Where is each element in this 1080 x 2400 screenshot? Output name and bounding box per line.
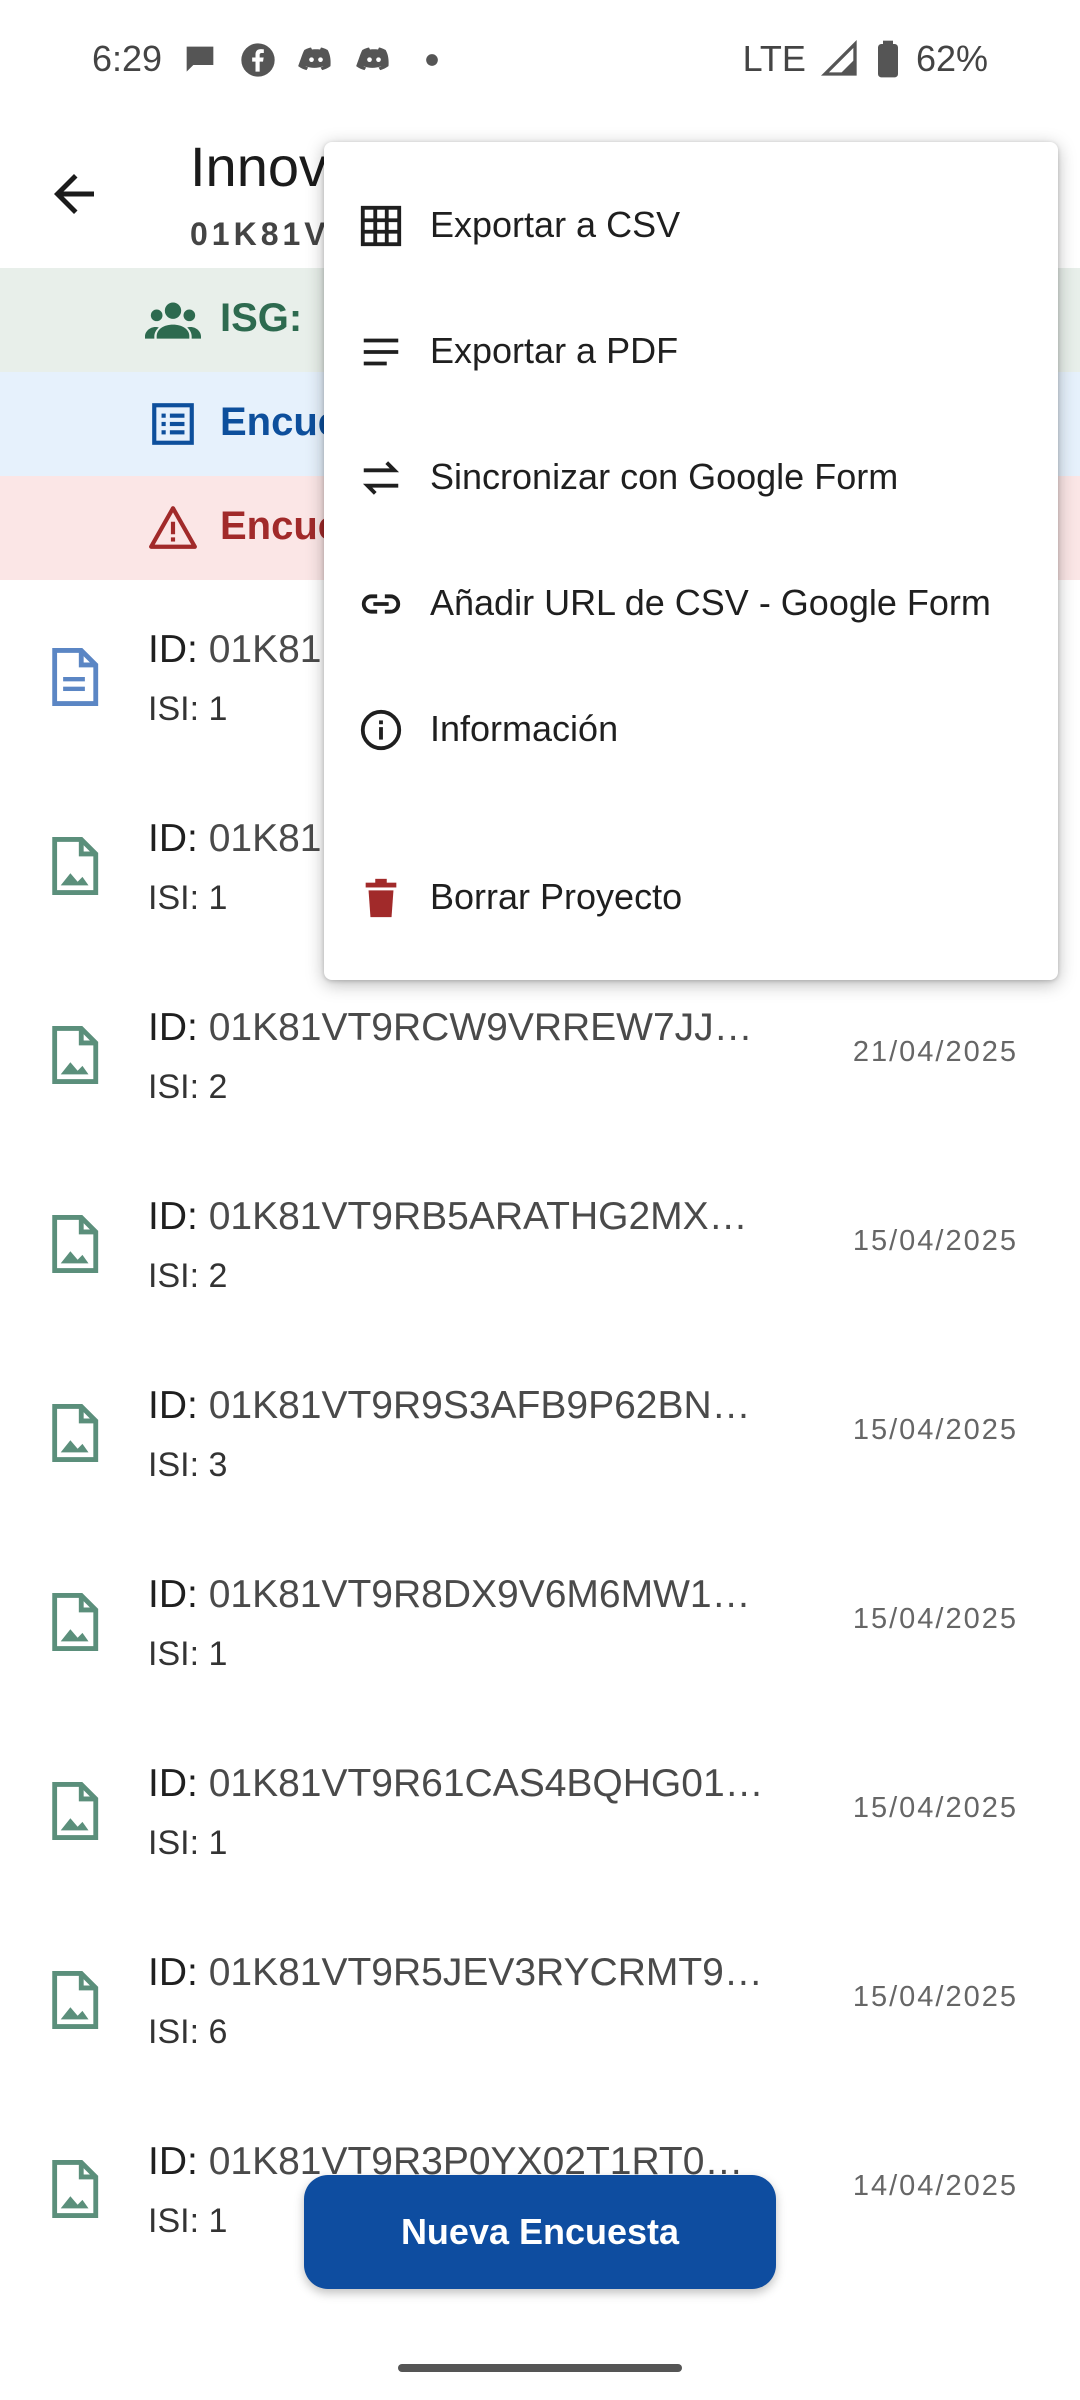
item-id: ID: 01K81VT9R8DX9V6M6MW1… (148, 1573, 751, 1616)
list-item[interactable]: ID: 01K81VT9R5JEV3RYCRMT9… ISI: 6 15/04/… (0, 1903, 1080, 2092)
item-isi: ISI: 1 (148, 690, 228, 728)
battery-percent: 62% (915, 38, 988, 79)
group-icon (145, 302, 201, 339)
item-isi: ISI: 1 (148, 1824, 228, 1862)
item-id: ID: 01K81VT9RCW9VRREW7JJ… (148, 1006, 753, 1049)
list-item[interactable]: ID: 01K81VT9R61CAS4BQHG01… ISI: 1 15/04/… (0, 1714, 1080, 1903)
document-icon (52, 648, 99, 706)
isg-label: ISG: (220, 296, 303, 340)
discord-icon (298, 47, 331, 71)
item-date: 21/04/2025 (852, 1036, 1018, 1068)
menu-label: Borrar Proyecto (430, 876, 683, 917)
menu-label: Sincronizar con Google Form (430, 456, 899, 497)
text-lines-icon (363, 338, 399, 366)
page-title: Innov (190, 135, 327, 198)
list-item[interactable]: ID: 01K81VT9RB5ARATHG2MX… ISI: 2 15/04/2… (0, 1147, 1080, 1336)
warning-label: Encue (220, 504, 341, 548)
link-icon (361, 594, 401, 614)
item-date: 15/04/2025 (852, 1603, 1018, 1635)
item-date: 15/04/2025 (852, 1414, 1018, 1446)
menu-item-export-pdf[interactable]: Exportar a PDF (324, 296, 1058, 406)
item-isi: ISI: 2 (148, 1257, 228, 1295)
chat-bubble-icon (186, 46, 214, 72)
item-id: ID: 01K81VT9RB5ARATHG2MX… (148, 1195, 748, 1238)
discord-icon-2 (356, 47, 389, 71)
menu-label: Exportar a CSV (430, 204, 681, 245)
list-item[interactable]: ID: 01K81VT9R9S3AFB9P62BN… ISI: 3 15/04/… (0, 1336, 1080, 1525)
image-file-icon (52, 837, 99, 895)
image-file-icon (52, 1404, 99, 1462)
signal-icon (820, 39, 857, 76)
item-isi: ISI: 1 (148, 879, 228, 917)
trash-icon (365, 878, 397, 918)
dot-icon (426, 54, 438, 66)
item-isi: ISI: 1 (148, 1635, 228, 1673)
menu-label: Añadir URL de CSV - Google Form (430, 582, 991, 623)
menu-item-add-csv-url[interactable]: Añadir URL de CSV - Google Form (324, 548, 1058, 658)
image-file-icon (52, 2160, 99, 2218)
item-date: 14/04/2025 (852, 2170, 1018, 2202)
battery-icon (877, 40, 898, 78)
sync-arrows-icon (362, 461, 400, 495)
image-file-icon (52, 1593, 99, 1651)
item-isi: ISI: 3 (148, 1446, 228, 1484)
status-time: 6:29 (92, 38, 163, 79)
item-id: ID: 01K81VT9R5JEV3RYCRMT9… (148, 1951, 763, 1994)
back-arrow-icon[interactable] (44, 164, 104, 224)
warning-icon (149, 506, 197, 549)
menu-item-delete-project[interactable]: Borrar Proyecto (324, 842, 1058, 952)
project-id: 01K81V (190, 216, 330, 252)
item-isi: ISI: 2 (148, 1068, 228, 1106)
menu-label: Exportar a PDF (430, 330, 679, 371)
item-id: ID: 01K81VT9R61CAS4BQHG01… (148, 1762, 764, 1805)
list-item[interactable]: ID: 01K81VT9RCW9VRREW7JJ… ISI: 2 21/04/2… (0, 958, 1080, 1147)
list-alt-icon (152, 403, 194, 445)
status-bar: 6:29 LTE 62% (0, 0, 1080, 124)
gesture-handle[interactable] (398, 2364, 682, 2372)
menu-item-sync-google-form[interactable]: Sincronizar con Google Form (324, 422, 1058, 532)
image-file-icon (52, 1026, 99, 1084)
notification-icons (180, 40, 452, 80)
item-isi: ISI: 1 (148, 2202, 228, 2240)
item-date: 15/04/2025 (852, 1225, 1018, 1257)
facebook-icon (241, 43, 275, 77)
item-id: ID: 01K81VT9R9S3AFB9P62BN… (148, 1384, 751, 1427)
surveys-label: Encue (220, 400, 341, 444)
overflow-menu: Exportar a CSV Exportar a PDF Sincroniza… (324, 142, 1058, 980)
menu-item-info[interactable]: Información (324, 674, 1058, 784)
system-status: LTE 62% (743, 38, 988, 80)
image-file-icon (52, 1215, 99, 1273)
list-item[interactable]: ID: 01K81VT9R8DX9V6M6MW1… ISI: 1 15/04/2… (0, 1525, 1080, 1714)
item-date: 15/04/2025 (852, 1981, 1018, 2013)
menu-label: Información (430, 708, 619, 749)
image-file-icon (52, 1971, 99, 2029)
table-icon (360, 205, 402, 247)
item-isi: ISI: 6 (148, 2013, 228, 2051)
info-icon (360, 709, 402, 751)
menu-item-export-csv[interactable]: Exportar a CSV (324, 170, 1058, 280)
new-survey-button[interactable]: Nueva Encuesta (304, 2175, 776, 2289)
network-type: LTE (742, 38, 806, 79)
image-file-icon (52, 1782, 99, 1840)
item-date: 15/04/2025 (852, 1792, 1018, 1824)
